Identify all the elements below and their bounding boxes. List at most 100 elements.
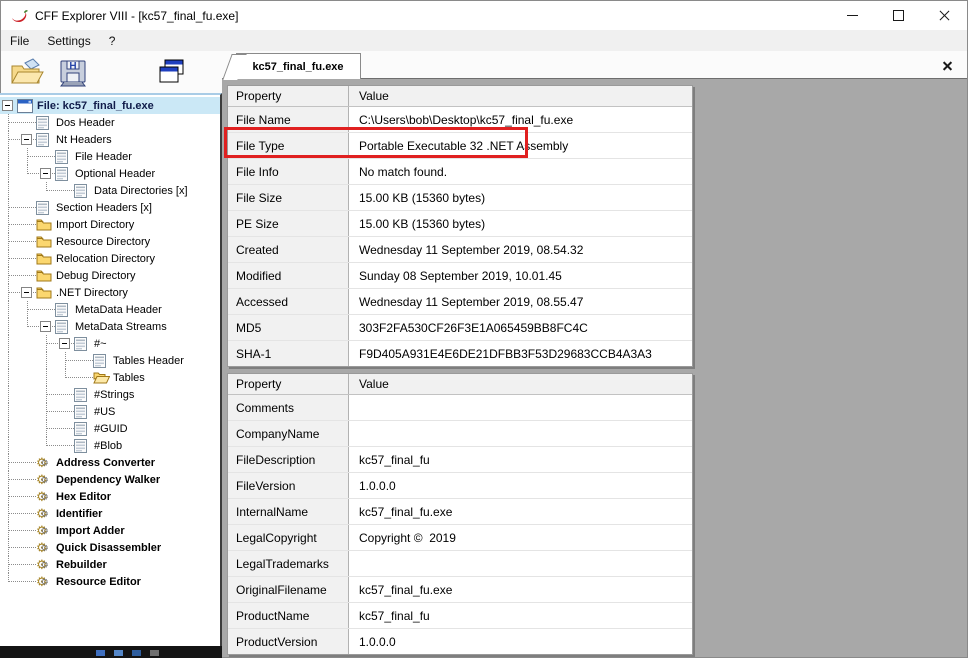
tree-expander-icon[interactable] xyxy=(2,100,13,111)
tree-item-address-converter[interactable]: ⚙⚙Address Converter xyxy=(0,454,220,471)
tab-strip: kc57_final_fu.exe xyxy=(222,51,967,79)
property-row-pe-size[interactable]: PE Size15.00 KB (15360 bytes) xyxy=(228,211,692,237)
property-name: OriginalFilename xyxy=(228,577,349,602)
property-row-file-size[interactable]: File Size15.00 KB (15360 bytes) xyxy=(228,185,692,211)
tree-expander-icon[interactable] xyxy=(21,134,32,145)
open-file-button[interactable] xyxy=(9,56,45,88)
tree-item-resource-editor[interactable]: ⚙⚙Resource Editor xyxy=(0,573,220,590)
property-name: ProductVersion xyxy=(228,629,349,654)
tree-item-debug-directory[interactable]: Debug Directory xyxy=(0,267,220,284)
property-row-internalname[interactable]: InternalNamekc57_final_fu.exe xyxy=(228,499,692,525)
tree-item-blob[interactable]: #Blob xyxy=(0,437,220,454)
cascade-windows-button[interactable] xyxy=(153,56,189,88)
tree-item-net-directory[interactable]: .NET Directory xyxy=(0,284,220,301)
property-name: FileVersion xyxy=(228,473,349,498)
tree-guide-line xyxy=(0,437,19,454)
tree-item-quick-disassembler[interactable]: ⚙⚙Quick Disassembler xyxy=(0,539,220,556)
tree-item-tables[interactable]: Tables xyxy=(0,369,220,386)
property-row-filedescription[interactable]: FileDescriptionkc57_final_fu xyxy=(228,447,692,473)
property-row-legalcopyright[interactable]: LegalCopyrightCopyright © 2019 xyxy=(228,525,692,551)
tree-item-import-adder[interactable]: ⚙⚙Import Adder xyxy=(0,522,220,539)
property-row-created[interactable]: CreatedWednesday 11 September 2019, 08.5… xyxy=(228,237,692,263)
tree-item-nt-headers[interactable]: Nt Headers xyxy=(0,131,220,148)
tree-item-data-directories-x[interactable]: Data Directories [x] xyxy=(0,182,220,199)
tree-item-import-directory[interactable]: Import Directory xyxy=(0,216,220,233)
property-value: No match found. xyxy=(349,159,692,184)
taskbar-icon xyxy=(96,650,105,656)
property-row-sha-1[interactable]: SHA-1F9D405A931E4E6DE21DFBB3F53D29683CCB… xyxy=(228,341,692,366)
tree-item-metadata-header[interactable]: MetaData Header xyxy=(0,301,220,318)
folder-icon xyxy=(36,234,53,250)
tree-item-tables-header[interactable]: Tables Header xyxy=(0,352,220,369)
folder-icon xyxy=(36,268,53,284)
save-file-button[interactable]: H xyxy=(55,56,91,88)
tree-expander-icon[interactable] xyxy=(21,287,32,298)
property-row-comments[interactable]: Comments xyxy=(228,395,692,421)
gears-icon: ⚙⚙ xyxy=(36,489,53,505)
property-row-productversion[interactable]: ProductVersion1.0.0.0 xyxy=(228,629,692,654)
close-button[interactable] xyxy=(921,1,967,30)
tab-close-button[interactable] xyxy=(942,60,953,71)
document-icon xyxy=(74,387,91,403)
property-row-productname[interactable]: ProductNamekc57_final_fu xyxy=(228,603,692,629)
tree-item-relocation-directory[interactable]: Relocation Directory xyxy=(0,250,220,267)
tree-expander-icon[interactable] xyxy=(40,321,51,332)
gears-icon: ⚙⚙ xyxy=(36,574,53,590)
tree-item-dependency-walker[interactable]: ⚙⚙Dependency Walker xyxy=(0,471,220,488)
chili-app-icon xyxy=(10,8,28,24)
tree-guide-line xyxy=(0,301,19,318)
tree-guide-line xyxy=(19,369,38,386)
property-row-modified[interactable]: ModifiedSunday 08 September 2019, 10.01.… xyxy=(228,263,692,289)
tree-connector xyxy=(57,352,93,369)
tree-item-dos-header[interactable]: Dos Header xyxy=(0,114,220,131)
tree-guide-line xyxy=(19,352,38,369)
document-icon xyxy=(93,353,110,369)
tree-item-file-kc57-final-fu-exe[interactable]: File: kc57_final_fu.exe xyxy=(0,97,220,114)
property-value: Sunday 08 September 2019, 10.01.45 xyxy=(349,263,692,288)
tree-item-label: .NET Directory xyxy=(56,286,131,300)
tree-guide-line xyxy=(38,352,57,369)
tree-item-section-headers-x[interactable]: Section Headers [x] xyxy=(0,199,220,216)
tree-connector xyxy=(19,318,55,335)
tree-connector xyxy=(19,165,55,182)
menu-file[interactable]: File xyxy=(1,30,38,51)
tree-item-us[interactable]: #US xyxy=(0,403,220,420)
tree-item-metadata-streams[interactable]: MetaData Streams xyxy=(0,318,220,335)
menu-help[interactable]: ? xyxy=(100,30,125,51)
maximize-button[interactable] xyxy=(875,1,921,30)
property-row-legaltrademarks[interactable]: LegalTrademarks xyxy=(228,551,692,577)
tab-kc57-final-fu-exe[interactable]: kc57_final_fu.exe xyxy=(236,53,361,79)
menu-settings[interactable]: Settings xyxy=(38,30,99,51)
property-row-file-info[interactable]: File InfoNo match found. xyxy=(228,159,692,185)
tree-expander-icon[interactable] xyxy=(59,338,70,349)
tree-item-[interactable]: #~ xyxy=(0,335,220,352)
tree-item-identifier[interactable]: ⚙⚙Identifier xyxy=(0,505,220,522)
property-row-accessed[interactable]: AccessedWednesday 11 September 2019, 08.… xyxy=(228,289,692,315)
property-row-originalfilename[interactable]: OriginalFilenamekc57_final_fu.exe xyxy=(228,577,692,603)
property-row-companyname[interactable]: CompanyName xyxy=(228,421,692,447)
property-row-file-name[interactable]: File NameC:\Users\bob\Desktop\kc57_final… xyxy=(228,107,692,133)
property-name: LegalCopyright xyxy=(228,525,349,550)
property-row-file-type[interactable]: File TypePortable Executable 32 .NET Ass… xyxy=(228,133,692,159)
version-info-table: Property Value CommentsCompanyNameFileDe… xyxy=(227,373,693,655)
property-value: C:\Users\bob\Desktop\kc57_final_fu.exe xyxy=(349,107,692,132)
tree-item-optional-header[interactable]: Optional Header xyxy=(0,165,220,182)
file-properties-table: Property Value File NameC:\Users\bob\Des… xyxy=(227,85,693,367)
tree-item-file-header[interactable]: File Header xyxy=(0,148,220,165)
tree-expander-icon[interactable] xyxy=(40,168,51,179)
document-icon xyxy=(55,149,72,165)
tree-item-rebuilder[interactable]: ⚙⚙Rebuilder xyxy=(0,556,220,573)
tree-item-hex-editor[interactable]: ⚙⚙Hex Editor xyxy=(0,488,220,505)
gears-icon: ⚙⚙ xyxy=(36,523,53,539)
taskbar-edge xyxy=(0,646,222,658)
minimize-button[interactable] xyxy=(829,1,875,30)
property-row-fileversion[interactable]: FileVersion1.0.0.0 xyxy=(228,473,692,499)
tree-item-guid[interactable]: #GUID xyxy=(0,420,220,437)
tree-item-resource-directory[interactable]: Resource Directory xyxy=(0,233,220,250)
gears-icon: ⚙⚙ xyxy=(36,506,53,522)
title-bar: CFF Explorer VIII - [kc57_final_fu.exe] xyxy=(1,1,967,30)
tree-item-strings[interactable]: #Strings xyxy=(0,386,220,403)
tree-connector xyxy=(0,250,36,267)
property-name: File Info xyxy=(228,159,349,184)
property-row-md5[interactable]: MD5303F2FA530CF26F3E1A065459BB8FC4C xyxy=(228,315,692,341)
